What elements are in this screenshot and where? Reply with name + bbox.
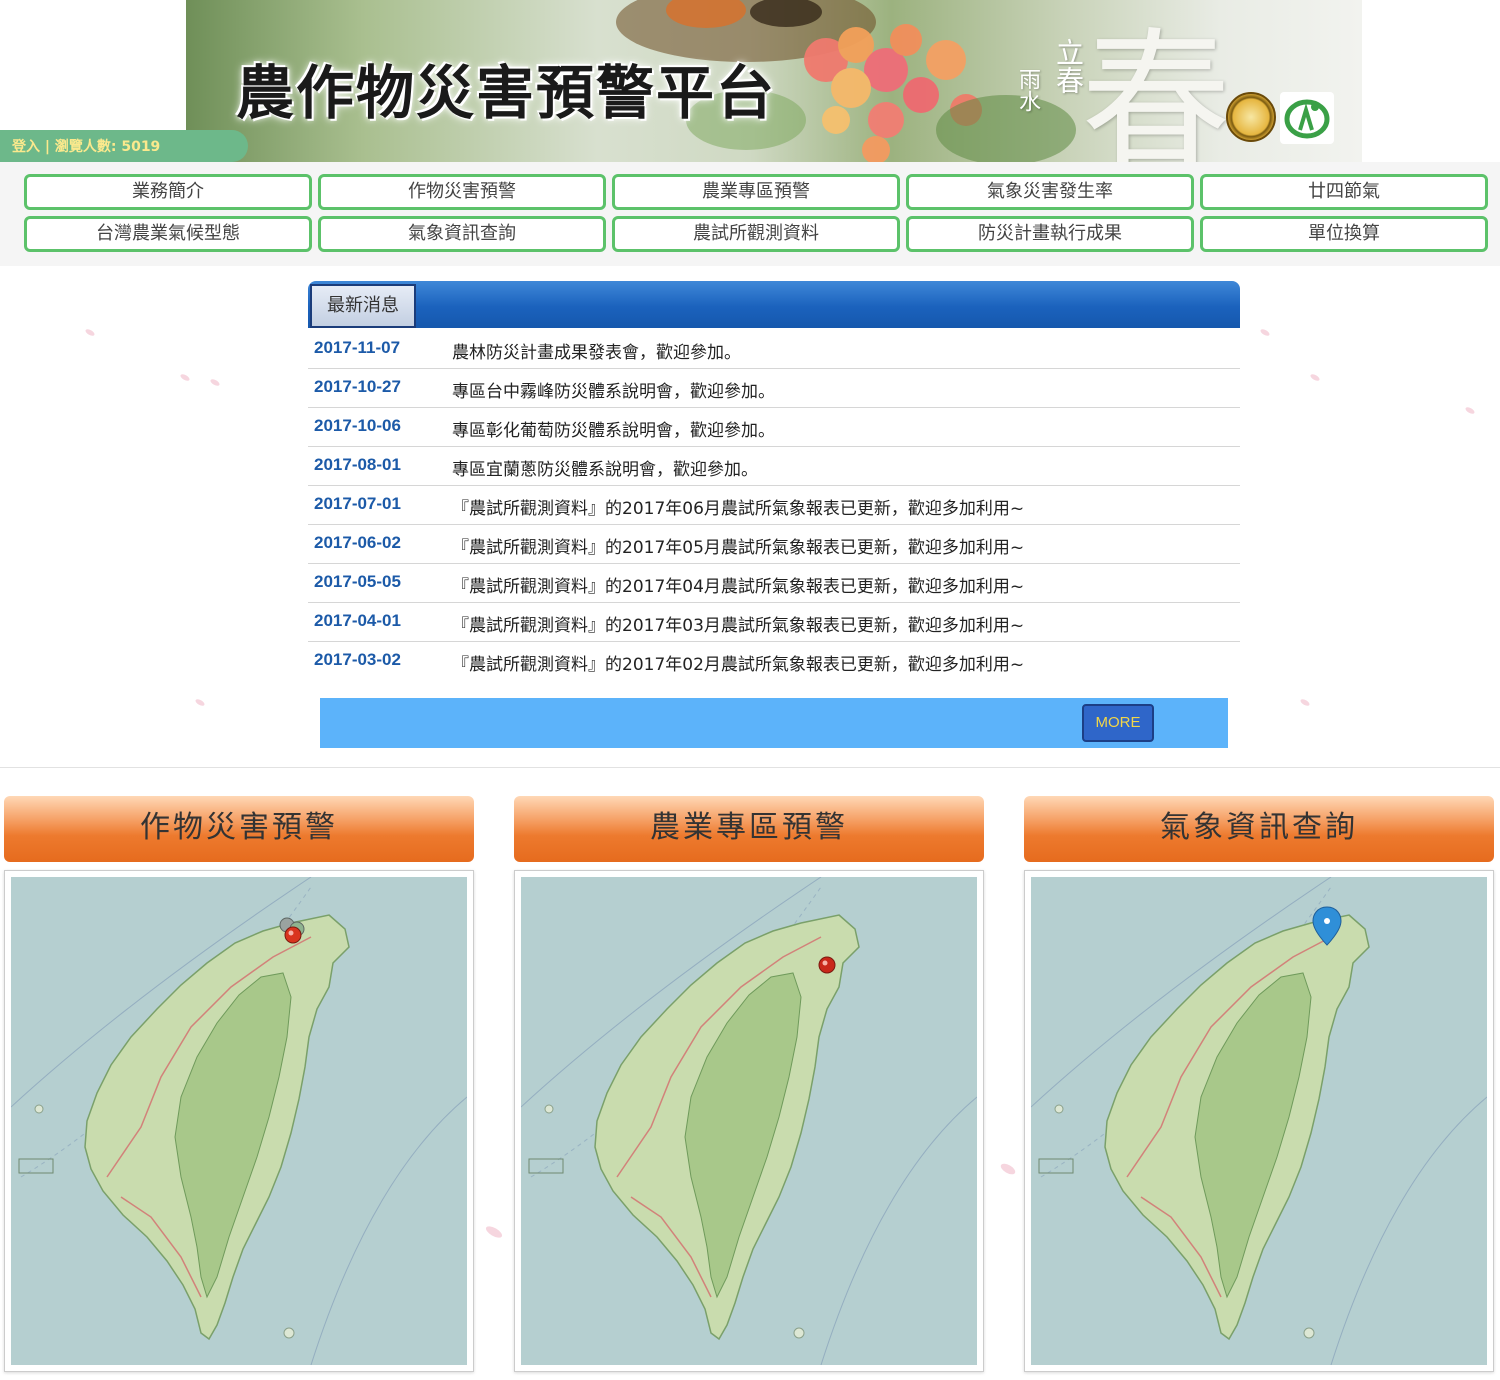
taiwan-map[interactable] bbox=[11, 877, 467, 1365]
penghu-island bbox=[1054, 1104, 1064, 1114]
site-banner: 農作物災害預警平台 雨水 立春 春 bbox=[186, 0, 1362, 162]
panel-title-weather-query[interactable]: 氣象資訊查詢 bbox=[1024, 796, 1494, 862]
petal-decoration bbox=[209, 377, 221, 388]
penghu-island bbox=[544, 1104, 554, 1114]
map-agri-zone[interactable] bbox=[514, 870, 984, 1372]
news-date: 2017-08-01 bbox=[314, 455, 401, 474]
news-title-link[interactable]: 『農試所觀測資料』的2017年06月農試所氣象報表已更新，歡迎多加利用~ bbox=[452, 494, 1024, 519]
news-item[interactable]: 2017-04-01 『農試所觀測資料』的2017年03月農試所氣象報表已更新，… bbox=[308, 603, 1240, 642]
news-date: 2017-06-02 bbox=[314, 533, 401, 552]
marker-highlight bbox=[288, 930, 294, 936]
news-date: 2017-04-01 bbox=[314, 611, 401, 630]
news-item[interactable]: 2017-11-07 農林防災計畫成果發表會，歡迎參加。 bbox=[308, 330, 1240, 369]
banner-spring-glyph: 春 bbox=[1081, 15, 1232, 162]
map-marker-icon bbox=[284, 926, 302, 944]
more-button[interactable]: MORE bbox=[1082, 704, 1154, 742]
news-item[interactable]: 2017-07-01 『農試所觀測資料』的2017年06月農試所氣象報表已更新，… bbox=[308, 486, 1240, 525]
orchid-island bbox=[793, 1327, 805, 1339]
panel-title-agri-zone[interactable]: 農業專區預警 bbox=[514, 796, 984, 862]
nav-item-observation-data[interactable]: 農試所觀測資料 bbox=[612, 216, 900, 252]
news-title-link[interactable]: 專區彰化葡萄防災體系說明會，歡迎參加。 bbox=[452, 416, 775, 441]
marker-highlight bbox=[822, 960, 828, 966]
news-title-link[interactable]: 專區宜蘭蔥防災體系說明會，歡迎參加。 bbox=[452, 455, 758, 480]
news-title-link[interactable]: 『農試所觀測資料』的2017年04月農試所氣象報表已更新，歡迎多加利用~ bbox=[452, 572, 1024, 597]
news-item[interactable]: 2017-03-02 『農試所觀測資料』的2017年02月農試所氣象報表已更新，… bbox=[308, 642, 1240, 681]
news-title-link[interactable]: 『農試所觀測資料』的2017年02月農試所氣象報表已更新，歡迎多加利用~ bbox=[452, 650, 1024, 675]
section-divider bbox=[0, 767, 1500, 768]
nav-item-unit-conversion[interactable]: 單位換算 bbox=[1200, 216, 1488, 252]
map-marker-icon bbox=[818, 956, 836, 974]
login-bar[interactable]: 登入 | 瀏覽人數: 5019 bbox=[0, 130, 248, 162]
petal-decoration bbox=[179, 372, 191, 383]
petal-decoration bbox=[1299, 697, 1311, 708]
news-date: 2017-07-01 bbox=[314, 494, 401, 513]
news-date: 2017-11-07 bbox=[314, 338, 401, 357]
nav-item-solar-terms[interactable]: 廿四節氣 bbox=[1200, 174, 1488, 210]
nav-item-business-intro[interactable]: 業務簡介 bbox=[24, 174, 312, 210]
nav-item-weather-query[interactable]: 氣象資訊查詢 bbox=[318, 216, 606, 252]
news-item[interactable]: 2017-08-01 專區宜蘭蔥防災體系說明會，歡迎參加。 bbox=[308, 447, 1240, 486]
nav-item-prevention-results[interactable]: 防災計畫執行成果 bbox=[906, 216, 1194, 252]
news-item[interactable]: 2017-10-27 專區台中霧峰防災體系說明會，歡迎參加。 bbox=[308, 369, 1240, 408]
news-date: 2017-10-27 bbox=[314, 377, 401, 396]
nav-item-agri-climate[interactable]: 台灣農業氣候型態 bbox=[24, 216, 312, 252]
news-date: 2017-05-05 bbox=[314, 572, 401, 591]
news-title-link[interactable]: 『農試所觀測資料』的2017年05月農試所氣象報表已更新，歡迎多加利用~ bbox=[452, 533, 1024, 558]
banner-small-text-2: 雨水 bbox=[1015, 68, 1040, 112]
tab-latest-news[interactable]: 最新消息 bbox=[310, 284, 416, 328]
taiwan-map[interactable] bbox=[521, 877, 977, 1365]
news-date: 2017-10-06 bbox=[314, 416, 401, 435]
news-date: 2017-03-02 bbox=[314, 650, 401, 669]
petal-decoration bbox=[484, 1224, 504, 1240]
petal-decoration bbox=[1259, 327, 1271, 338]
petal-decoration bbox=[194, 697, 206, 708]
nav-item-crop-disaster-warning[interactable]: 作物災害預警 bbox=[318, 174, 606, 210]
orchid-island bbox=[1303, 1327, 1315, 1339]
petal-decoration bbox=[84, 327, 96, 338]
taiwan-map[interactable] bbox=[1031, 877, 1487, 1365]
map-crop-warning[interactable] bbox=[4, 870, 474, 1372]
login-visitor-count[interactable]: 登入 | 瀏覽人數: 5019 bbox=[12, 136, 160, 156]
news-item[interactable]: 2017-06-02 『農試所觀測資料』的2017年05月農試所氣象報表已更新，… bbox=[308, 525, 1240, 564]
panel-title-crop-warning[interactable]: 作物災害預警 bbox=[4, 796, 474, 862]
nav-item-agri-zone-warning[interactable]: 農業專區預警 bbox=[612, 174, 900, 210]
penghu-island bbox=[34, 1104, 44, 1114]
orchid-island bbox=[283, 1327, 295, 1339]
news-header: 最新消息 bbox=[308, 281, 1240, 328]
banner-title: 農作物災害預警平台 bbox=[236, 59, 777, 127]
petal-decoration bbox=[999, 1161, 1017, 1177]
news-title-link[interactable]: 『農試所觀測資料』的2017年03月農試所氣象報表已更新，歡迎多加利用~ bbox=[452, 611, 1024, 636]
petal-decoration bbox=[1464, 405, 1476, 416]
tari-logo bbox=[1280, 92, 1334, 144]
news-title-link[interactable]: 農林防災計畫成果發表會，歡迎參加。 bbox=[452, 338, 741, 363]
news-title-link[interactable]: 專區台中霧峰防災體系說明會，歡迎參加。 bbox=[452, 377, 775, 402]
location-pin-dot bbox=[1324, 918, 1330, 924]
petal-decoration bbox=[1309, 372, 1321, 383]
main-nav: 業務簡介 作物災害預警 農業專區預警 氣象災害發生率 廿四節氣 台灣農業氣候型態… bbox=[0, 162, 1500, 266]
agency-seal-logo bbox=[1226, 92, 1276, 142]
news-item[interactable]: 2017-10-06 專區彰化葡萄防災體系說明會，歡迎參加。 bbox=[308, 408, 1240, 447]
nav-item-weather-disaster-rate[interactable]: 氣象災害發生率 bbox=[906, 174, 1194, 210]
map-weather-query[interactable] bbox=[1024, 870, 1494, 1372]
news-item[interactable]: 2017-05-05 『農試所觀測資料』的2017年04月農試所氣象報表已更新，… bbox=[308, 564, 1240, 603]
